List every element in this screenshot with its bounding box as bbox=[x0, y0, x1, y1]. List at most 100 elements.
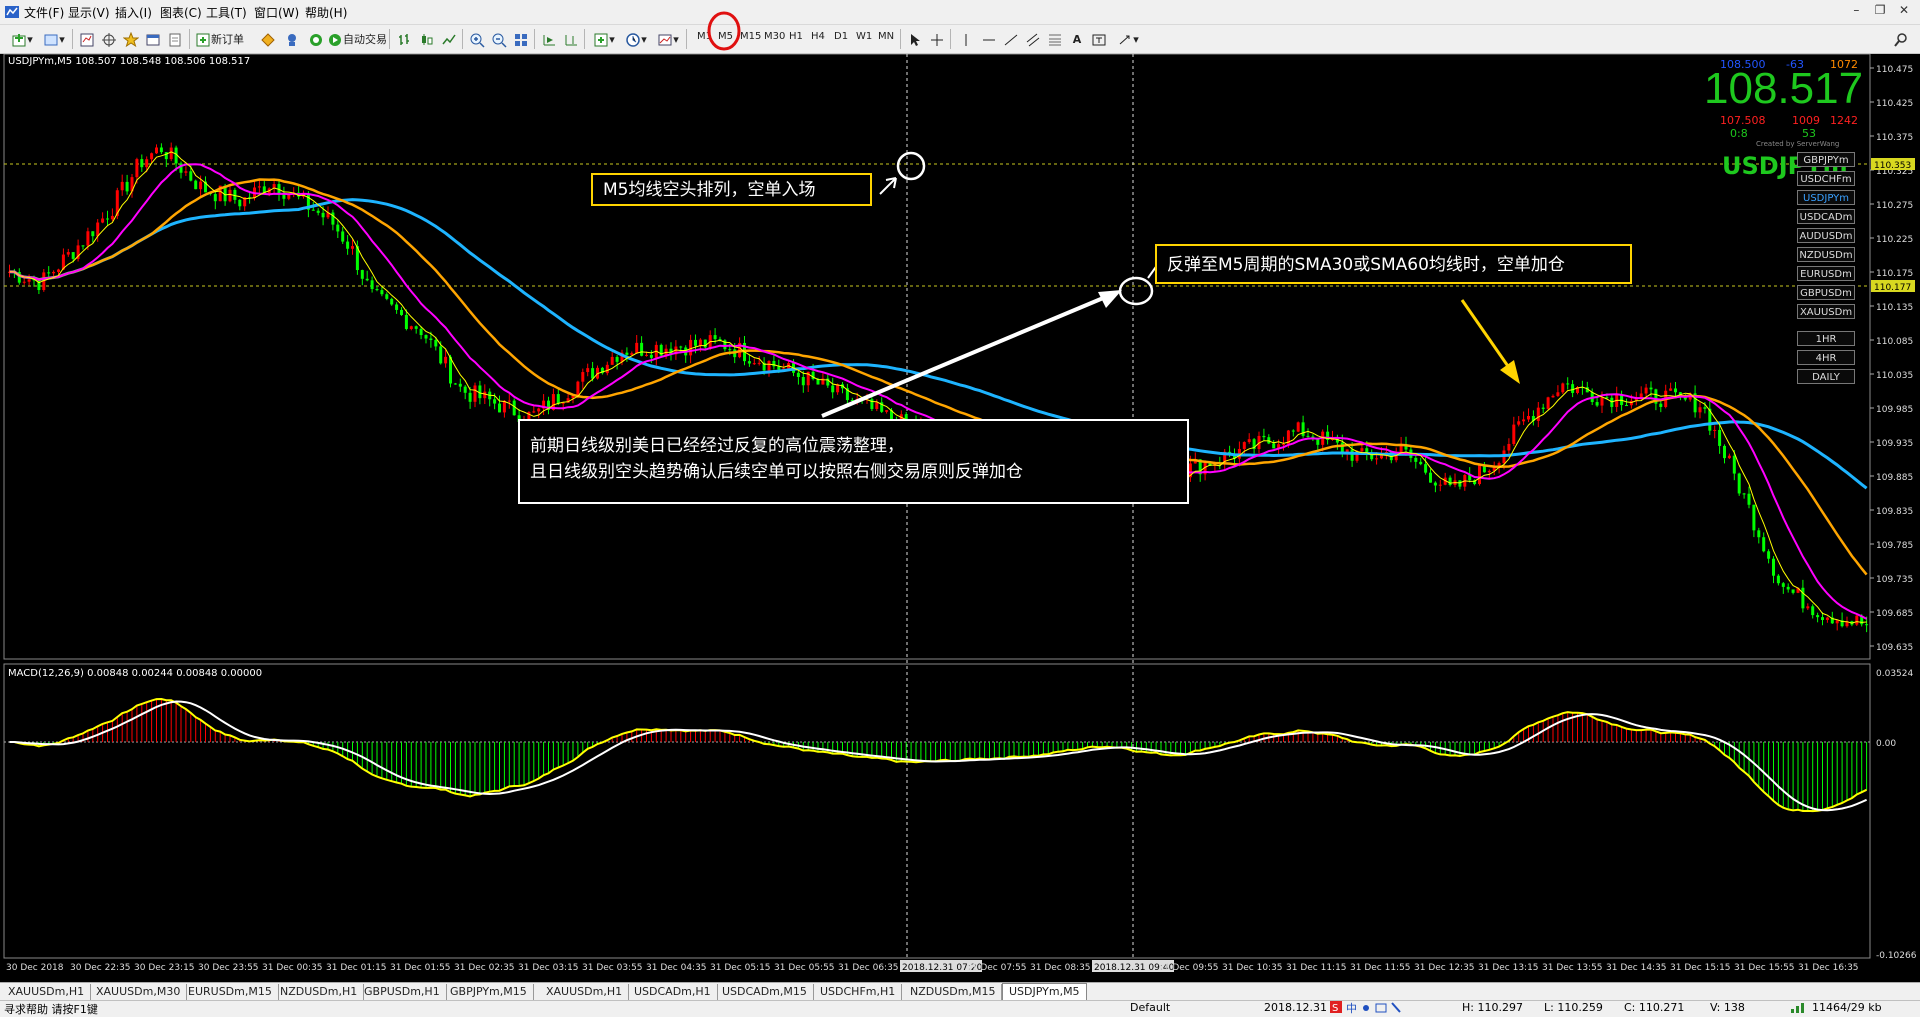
symbol-button-usdcadm[interactable]: USDCADm bbox=[1797, 209, 1855, 224]
price-tick-label: 109.985 bbox=[1876, 405, 1913, 415]
line-chart-icon[interactable] bbox=[438, 29, 460, 51]
chart-tab[interactable]: USDCADm,H1 bbox=[628, 984, 718, 1000]
chart-tab[interactable]: USDJPYm,M5 bbox=[1002, 983, 1087, 1001]
candle-chart-icon[interactable] bbox=[416, 29, 438, 51]
signals-icon[interactable] bbox=[280, 29, 304, 51]
candle-body bbox=[341, 231, 345, 242]
credit-text: Created by ServerWang bbox=[1756, 140, 1840, 148]
chart-shift-icon[interactable] bbox=[560, 29, 582, 51]
fibonacci-icon[interactable] bbox=[1044, 29, 1066, 51]
symbol-button-usdchfm[interactable]: USDCHFm bbox=[1797, 171, 1855, 186]
symbol-button-usdjpym[interactable]: USDJPYm bbox=[1797, 190, 1855, 205]
ime-icon[interactable]: S中 bbox=[1330, 1001, 1408, 1017]
menu-chart[interactable]: 图表(C) bbox=[160, 4, 202, 21]
arrows-icon[interactable]: ▾ bbox=[1112, 29, 1144, 51]
candle-body bbox=[370, 280, 374, 290]
toolbar: ▾ ▾ 新订单 自动交易 ▾ ▾ ▾ M1 M5 M15 M30 H1 H4 D… bbox=[0, 11, 1920, 54]
menu-tools[interactable]: 工具(T) bbox=[206, 4, 247, 21]
templates-icon[interactable]: ▾ bbox=[652, 29, 684, 51]
search-icon[interactable] bbox=[1890, 29, 1912, 51]
candle-body bbox=[1541, 407, 1545, 409]
candle-body bbox=[257, 186, 261, 188]
timeframe-w1[interactable]: W1 bbox=[856, 31, 872, 42]
time-tick-label: 31 Dec 16:35 bbox=[1798, 963, 1859, 973]
timeframe-d1[interactable]: D1 bbox=[834, 31, 848, 42]
market-watch-icon[interactable] bbox=[76, 29, 98, 51]
auto-scroll-icon[interactable] bbox=[538, 29, 560, 51]
symbol-button-eurusdm[interactable]: EURUSDm bbox=[1797, 266, 1855, 281]
chart-tab[interactable]: GBPUSDm,H1 bbox=[358, 984, 447, 1000]
community-icon[interactable] bbox=[304, 29, 328, 51]
chart-tab[interactable]: USDCADm,M15 bbox=[716, 984, 814, 1000]
candle-body bbox=[1767, 551, 1771, 559]
timeframe-m15[interactable]: M15 bbox=[740, 31, 761, 42]
bar-chart-icon[interactable] bbox=[394, 29, 416, 51]
chart-tab[interactable]: NZDUSDm,H1 bbox=[274, 984, 365, 1000]
candle-body bbox=[1600, 397, 1604, 406]
channel-icon[interactable] bbox=[1022, 29, 1044, 51]
horizontal-line-icon[interactable] bbox=[978, 29, 1000, 51]
candle-body bbox=[321, 212, 325, 218]
candle-body bbox=[1566, 383, 1570, 385]
period-button-1hr[interactable]: 1HR bbox=[1797, 331, 1855, 346]
timeframe-h4[interactable]: H4 bbox=[811, 31, 825, 42]
candle-body bbox=[184, 171, 188, 173]
status-bar: 寻求帮助 请按F1键 Default 2018.12.31 S中 H: 110.… bbox=[0, 1000, 1920, 1017]
timeframe-mn[interactable]: MN bbox=[878, 31, 894, 42]
new-order-button[interactable]: 新订单 bbox=[194, 29, 254, 51]
tile-windows-icon[interactable] bbox=[510, 29, 532, 51]
terminal-icon[interactable] bbox=[142, 29, 164, 51]
tester-icon[interactable] bbox=[164, 29, 186, 51]
symbol-button-nzdusdm[interactable]: NZDUSDm bbox=[1797, 247, 1855, 262]
menu-help[interactable]: 帮助(H) bbox=[305, 4, 347, 21]
periods-icon[interactable]: ▾ bbox=[620, 29, 652, 51]
app-icon[interactable] bbox=[4, 4, 20, 23]
timeframe-h1[interactable]: H1 bbox=[789, 31, 803, 42]
symbol-button-xauusdm[interactable]: XAUUSDm bbox=[1797, 304, 1855, 319]
symbol-button-gbpjpym[interactable]: GBPJPYm bbox=[1797, 152, 1855, 167]
meta-editor-icon[interactable] bbox=[256, 29, 280, 51]
chart-canvas[interactable]: 110.475110.425110.375110.325110.275110.2… bbox=[0, 54, 1920, 982]
candle-body bbox=[640, 342, 644, 356]
candle-body bbox=[591, 368, 595, 379]
chart-tab[interactable]: XAUUSDm,H1 bbox=[2, 984, 92, 1000]
indicators-icon[interactable]: ▾ bbox=[588, 29, 620, 51]
price-tick-label: 110.225 bbox=[1876, 235, 1913, 245]
low-small: 107.508 bbox=[1720, 114, 1766, 127]
period-button-daily[interactable]: DAILY bbox=[1797, 369, 1855, 384]
chart-tab[interactable]: GBPJPYm,M15 bbox=[444, 984, 534, 1000]
menu-insert[interactable]: 插入(I) bbox=[115, 4, 152, 21]
text-icon[interactable]: A bbox=[1066, 29, 1088, 51]
symbol-button-audusdm[interactable]: AUDUSDm bbox=[1797, 228, 1855, 243]
restore-icon[interactable]: ❐ bbox=[1870, 3, 1890, 17]
chart-tab[interactable]: USDCHFm,H1 bbox=[814, 984, 903, 1000]
chart-area[interactable]: 110.475 110.425 110.375 110.325 110.275 110.2… bbox=[0, 54, 1920, 982]
vertical-line-icon[interactable] bbox=[956, 29, 976, 51]
chart-tab[interactable]: NZDUSDm,M15 bbox=[904, 984, 1003, 1000]
chart-tab[interactable]: EURUSDm,M15 bbox=[182, 984, 279, 1000]
symbol-button-gbpusdm[interactable]: GBPUSDm bbox=[1797, 285, 1855, 300]
zoom-in-icon[interactable] bbox=[466, 29, 488, 51]
menu-window[interactable]: 窗口(W) bbox=[254, 4, 299, 21]
profiles-icon[interactable]: ▾ bbox=[38, 29, 70, 51]
candle-body bbox=[27, 279, 31, 282]
candle-body bbox=[1438, 484, 1442, 486]
crosshair-nav-icon[interactable] bbox=[98, 29, 120, 51]
cursor-icon[interactable] bbox=[904, 29, 926, 51]
minimize-icon[interactable]: – bbox=[1846, 3, 1866, 17]
trendline-icon[interactable] bbox=[1000, 29, 1022, 51]
zoom-out-icon[interactable] bbox=[488, 29, 510, 51]
menu-view[interactable]: 显示(V) bbox=[68, 4, 110, 21]
close-icon[interactable]: ✕ bbox=[1894, 3, 1914, 17]
period-button-4hr[interactable]: 4HR bbox=[1797, 350, 1855, 365]
crosshair-icon[interactable] bbox=[926, 29, 948, 51]
text-label-icon[interactable] bbox=[1088, 29, 1110, 51]
favorites-icon[interactable] bbox=[120, 29, 142, 51]
candle-body bbox=[159, 147, 163, 153]
menu-file[interactable]: 文件(F) bbox=[24, 4, 64, 21]
auto-trade-button[interactable]: 自动交易 bbox=[326, 29, 388, 51]
timeframe-m30[interactable]: M30 bbox=[764, 31, 785, 42]
chart-tab[interactable]: XAUUSDm,M30 bbox=[90, 984, 188, 1000]
new-chart-icon[interactable]: ▾ bbox=[6, 29, 38, 51]
chart-tab[interactable]: XAUUSDm,H1 bbox=[540, 984, 630, 1000]
